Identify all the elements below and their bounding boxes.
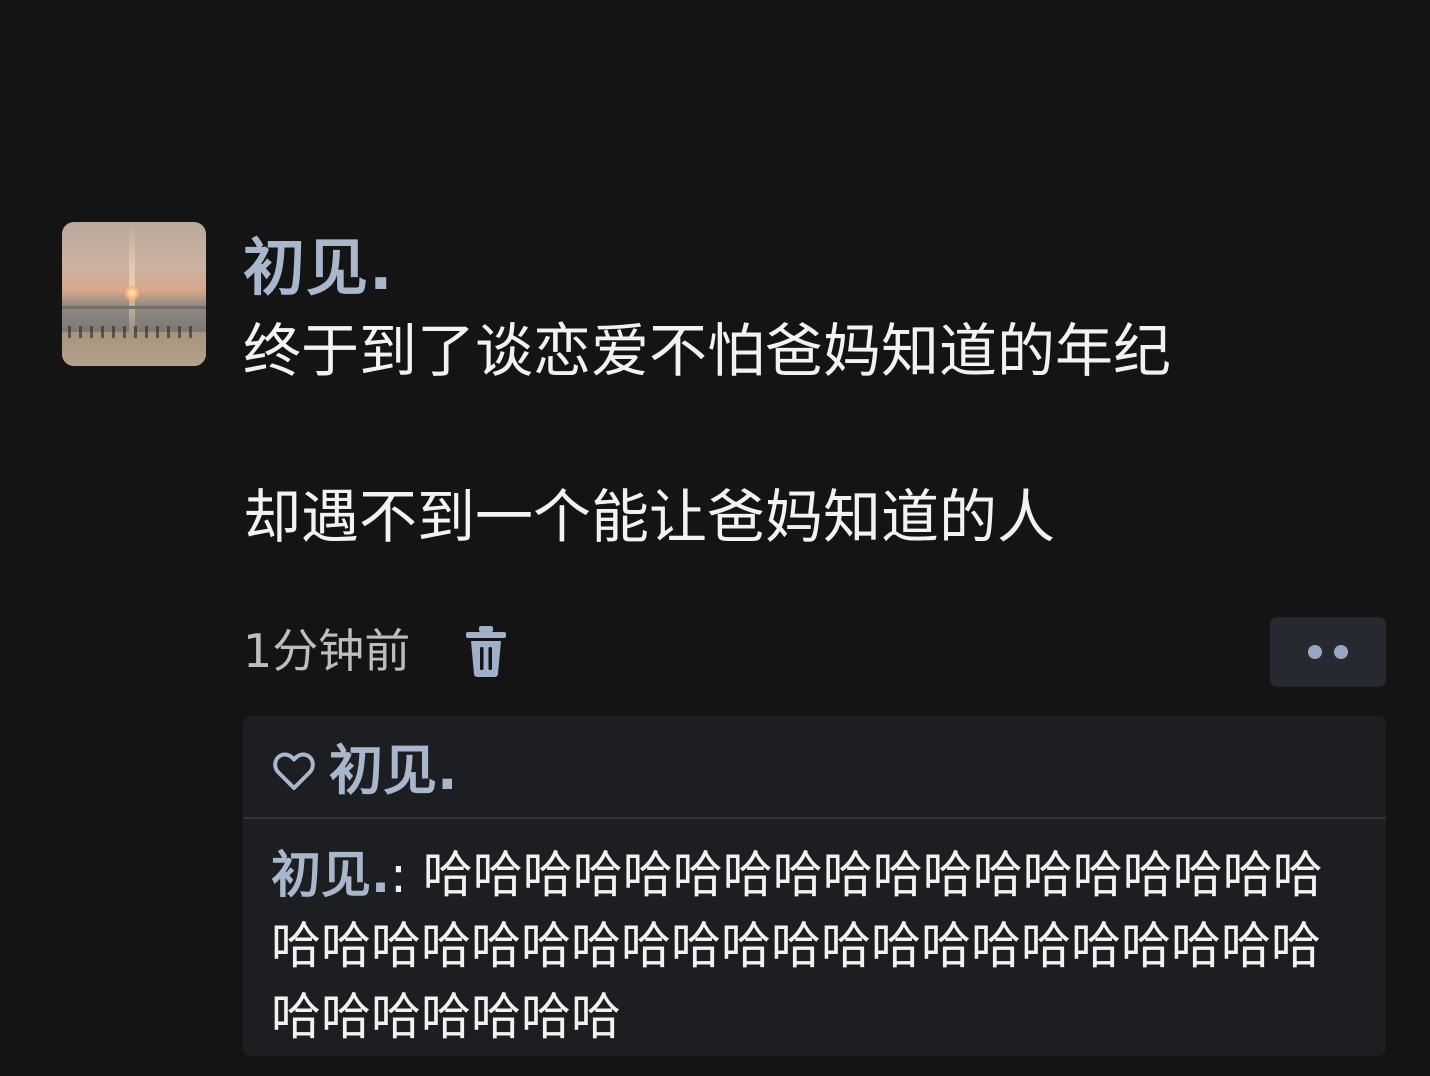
trash-icon (466, 626, 506, 677)
comment-text: 哈哈哈哈哈哈哈哈哈哈哈哈哈哈哈哈哈哈哈哈哈哈哈哈哈哈哈哈哈哈哈哈哈哈哈哈哈哈哈哈… (271, 846, 1323, 1046)
post-content-line-2: 却遇不到一个能让爸妈知道的人 (243, 483, 1056, 551)
heart-icon (273, 752, 315, 790)
comment-author[interactable]: 初见. (271, 846, 390, 904)
avatar-sunlight (129, 222, 135, 342)
avatar-sun (125, 286, 139, 300)
delete-button[interactable] (464, 624, 508, 678)
avatar-horizon (62, 306, 206, 309)
like-user-name[interactable]: 初见. (329, 736, 458, 806)
more-actions-button[interactable] (1270, 617, 1386, 687)
user-avatar[interactable] (62, 222, 206, 366)
avatar-beach-people (68, 326, 200, 338)
comment-separator: : (390, 846, 423, 904)
dot (1334, 645, 1348, 659)
panel-divider (243, 817, 1386, 819)
post-author-name[interactable]: 初见. (243, 228, 394, 308)
post-content-line-1: 终于到了谈恋爱不怕爸妈知道的年纪 (243, 317, 1172, 385)
dot (1308, 645, 1322, 659)
post-timestamp: 1分钟前 (243, 624, 411, 678)
comment-item[interactable]: 初见.: 哈哈哈哈哈哈哈哈哈哈哈哈哈哈哈哈哈哈哈哈哈哈哈哈哈哈哈哈哈哈哈哈哈哈哈… (271, 840, 1361, 1053)
likes-row: 初见. (271, 736, 458, 806)
likes-comments-panel: 初见. 初见.: 哈哈哈哈哈哈哈哈哈哈哈哈哈哈哈哈哈哈哈哈哈哈哈哈哈哈哈哈哈哈哈… (243, 716, 1386, 1056)
